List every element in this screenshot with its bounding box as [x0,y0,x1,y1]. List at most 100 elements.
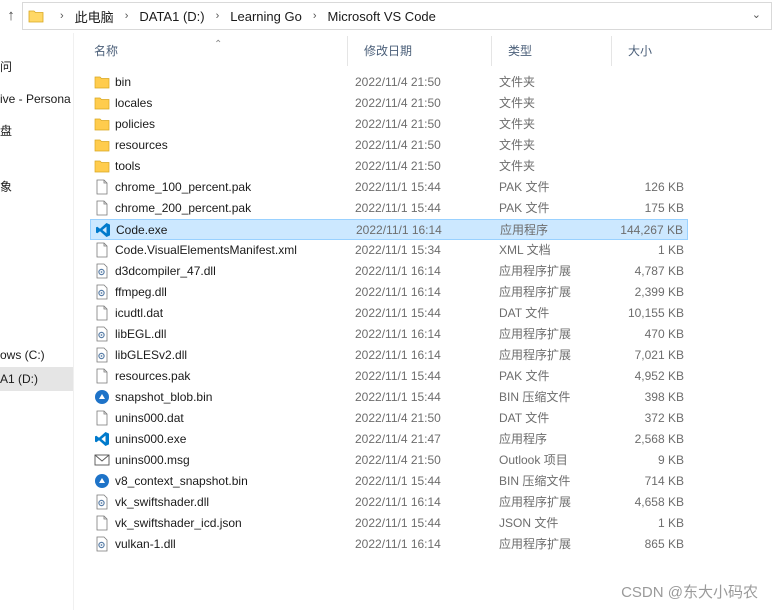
file-name: Code.exe [116,223,168,237]
column-header-date-label: 修改日期 [364,44,413,58]
file-size: 4,787 KB [634,264,684,278]
nav-item[interactable]: A1 (D:) [0,367,73,391]
column-header-size[interactable]: 大小 [612,36,692,66]
nav-item[interactable]: 盘 [0,119,73,143]
file-row[interactable]: vk_swiftshader_icd.json 2022/11/1 15:44 JS… [90,513,688,534]
file-date: 2022/11/1 15:44 [355,180,441,194]
address-bar-row: ↑ › 此电脑 › DATA1 (D:) › Learning Go › Mic… [0,0,772,33]
file-row[interactable]: chrome_100_percent.pak 2022/11/1 15:44 PAK… [90,177,688,198]
file-row[interactable]: d3dcompiler_47.dll 2022/11/1 16:14 应用程序扩展 4… [90,261,688,282]
file-name: vk_swiftshader_icd.json [115,516,242,530]
file-size: 9 KB [657,453,684,467]
file-row[interactable]: chrome_200_percent.pak 2022/11/1 15:44 PAK… [90,198,688,219]
breadcrumb-learning-go[interactable]: Learning Go [228,9,304,24]
file-row[interactable]: libGLESv2.dll 2022/11/1 16:14 应用程序扩展 7,021 … [90,345,688,366]
file-size: 714 KB [644,474,684,488]
nav-item[interactable]: ows (C:) [0,343,73,367]
file-row[interactable]: bin 2022/11/4 21:50 文件夹 [90,72,688,93]
nav-item[interactable]: ive - Persona [0,87,73,111]
file-row[interactable]: snapshot_blob.bin 2022/11/1 15:44 BIN 压缩文件… [90,387,688,408]
file-date: 2022/11/1 15:44 [355,474,441,488]
file-type: 文件夹 [499,138,536,152]
file-name: policies [115,117,156,131]
bin-file-icon [94,473,110,489]
chevron-right-icon[interactable]: › [207,10,229,22]
column-header-date[interactable]: 修改日期 [348,36,492,66]
file-size: 4,952 KB [634,369,684,383]
file-row[interactable]: unins000.dat 2022/11/4 21:50 DAT 文件 372 KB [90,408,688,429]
file-row[interactable]: vk_swiftshader.dll 2022/11/1 16:14 应用程序扩展 4… [90,492,688,513]
navigation-pane: 问 ive - Persona 盘象 ows (C:) A1 (D:) [0,33,74,610]
file-row[interactable]: Code.exe 2022/11/1 16:14 应用程序 144,267 KB [90,219,688,240]
file-size: 2,568 KB [634,432,684,446]
file-name: unins000.msg [115,453,190,467]
file-type: 应用程序 [500,223,549,237]
file-date: 2022/11/4 21:50 [355,159,441,173]
dll-file-icon [94,284,110,300]
file-row[interactable]: resources 2022/11/4 21:50 文件夹 [90,135,688,156]
file-row[interactable]: icudtl.dat 2022/11/1 15:44 DAT 文件 10,155 KB [90,303,688,324]
file-name: chrome_200_percent.pak [115,201,252,215]
chevron-down-icon[interactable]: ⌄ [752,8,761,21]
file-size: 10,155 KB [627,306,684,320]
vscode-icon [94,431,110,447]
breadcrumb-this-pc[interactable]: 此电脑 [73,7,116,26]
file-row[interactable]: libEGL.dll 2022/11/1 16:14 应用程序扩展 470 KB [90,324,688,345]
chevron-right-icon[interactable]: › [304,10,326,22]
breadcrumb-data1[interactable]: DATA1 (D:) [137,9,206,24]
file-type: 应用程序扩展 [499,495,572,509]
column-header-name[interactable]: ⌃ 名称 [78,36,348,66]
file-row[interactable]: unins000.msg 2022/11/4 21:50 Outlook 项目 9 K… [90,450,688,471]
breadcrumb-vs-code[interactable]: Microsoft VS Code [326,9,438,24]
vscode-icon [95,222,111,238]
file-name: libGLESv2.dll [115,348,188,362]
chevron-right-icon[interactable]: › [51,10,73,22]
file-row[interactable]: resources.pak 2022/11/1 15:44 PAK 文件 4,952 … [90,366,688,387]
folder-icon [28,9,44,26]
column-header-name-label: 名称 [94,44,119,58]
file-type: PAK 文件 [499,201,550,215]
file-row[interactable]: Code.VisualElementsManifest.xml 2022/11/1… [90,240,688,261]
file-date: 2022/11/1 15:44 [355,306,441,320]
file-type: DAT 文件 [499,411,550,425]
address-bar[interactable]: › 此电脑 › DATA1 (D:) › Learning Go › Micro… [22,2,772,30]
file-row[interactable]: vulkan-1.dll 2022/11/1 16:14 应用程序扩展 865 KB [90,534,688,555]
file-row[interactable]: v8_context_snapshot.bin 2022/11/1 15:44 BI… [90,471,688,492]
bin-file-icon [94,389,110,405]
file-name: libEGL.dll [115,327,167,341]
file-type: JSON 文件 [499,516,559,530]
file-date: 2022/11/1 16:14 [355,264,441,278]
nav-item[interactable]: 问 [0,55,73,79]
nav-item[interactable]: 象 [0,175,73,199]
file-name: unins000.dat [115,411,184,425]
file-type: PAK 文件 [499,369,550,383]
column-header-type[interactable]: 类型 [492,36,612,66]
folder-icon [94,95,110,111]
file-type: 文件夹 [499,159,536,173]
folder-icon [94,116,110,132]
file-row[interactable]: ffmpeg.dll 2022/11/1 16:14 应用程序扩展 2,399 KB [90,282,688,303]
dll-file-icon [94,347,110,363]
file-row[interactable]: unins000.exe 2022/11/4 21:47 应用程序 2,568 KB [90,429,688,450]
file-date: 2022/11/4 21:50 [355,138,441,152]
file-type: 应用程序扩展 [499,327,572,341]
file-row[interactable]: policies 2022/11/4 21:50 文件夹 [90,114,688,135]
file-type: 应用程序扩展 [499,537,572,551]
file-row[interactable]: locales 2022/11/4 21:50 文件夹 [90,93,688,114]
file-type: PAK 文件 [499,180,550,194]
file-date: 2022/11/4 21:47 [355,432,441,446]
watermark: CSDN @东大小码农 [621,584,758,601]
file-icon [94,410,110,426]
file-size: 2,399 KB [634,285,684,299]
file-name: vulkan-1.dll [115,537,176,551]
folder-icon [94,137,110,153]
file-name: unins000.exe [115,432,187,446]
file-row[interactable]: tools 2022/11/4 21:50 文件夹 [90,156,688,177]
file-name: vk_swiftshader.dll [115,495,210,509]
file-icon [94,515,110,531]
file-name: resources.pak [115,369,191,383]
file-type: Outlook 项目 [499,453,568,467]
up-arrow-icon[interactable]: ↑ [2,6,20,26]
file-size: 175 KB [644,201,684,215]
chevron-right-icon[interactable]: › [116,10,138,22]
